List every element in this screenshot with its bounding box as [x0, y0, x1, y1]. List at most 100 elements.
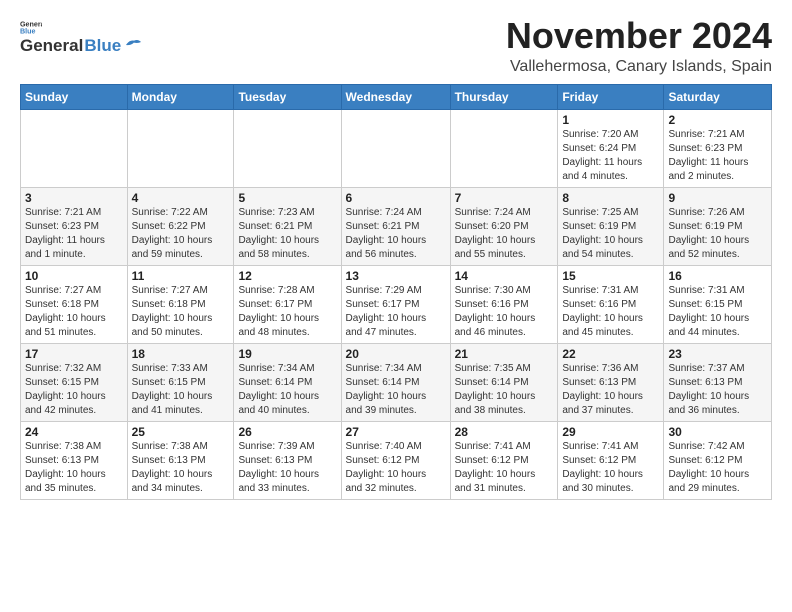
day-number: 25	[132, 425, 230, 439]
calendar-cell: 2Sunrise: 7:21 AMSunset: 6:23 PMDaylight…	[664, 109, 772, 187]
day-info: Sunrise: 7:38 AMSunset: 6:13 PMDaylight:…	[132, 440, 230, 496]
day-number: 11	[132, 269, 230, 283]
day-info: Sunrise: 7:28 AMSunset: 6:17 PMDaylight:…	[238, 284, 336, 340]
month-title: November 2024	[506, 16, 772, 56]
logo-general-text: General	[20, 36, 83, 56]
calendar-cell: 28Sunrise: 7:41 AMSunset: 6:12 PMDayligh…	[450, 421, 558, 499]
day-info: Sunrise: 7:21 AMSunset: 6:23 PMDaylight:…	[668, 128, 767, 184]
calendar-cell: 15Sunrise: 7:31 AMSunset: 6:16 PMDayligh…	[558, 265, 664, 343]
calendar-cell: 19Sunrise: 7:34 AMSunset: 6:14 PMDayligh…	[234, 343, 341, 421]
calendar-cell: 1Sunrise: 7:20 AMSunset: 6:24 PMDaylight…	[558, 109, 664, 187]
day-info: Sunrise: 7:32 AMSunset: 6:15 PMDaylight:…	[25, 362, 123, 418]
day-number: 20	[346, 347, 446, 361]
day-number: 18	[132, 347, 230, 361]
calendar-cell: 9Sunrise: 7:26 AMSunset: 6:19 PMDaylight…	[664, 187, 772, 265]
day-number: 22	[562, 347, 659, 361]
day-number: 30	[668, 425, 767, 439]
calendar-cell: 24Sunrise: 7:38 AMSunset: 6:13 PMDayligh…	[21, 421, 128, 499]
calendar-cell: 14Sunrise: 7:30 AMSunset: 6:16 PMDayligh…	[450, 265, 558, 343]
day-number: 7	[455, 191, 554, 205]
day-info: Sunrise: 7:40 AMSunset: 6:12 PMDaylight:…	[346, 440, 446, 496]
calendar-cell	[21, 109, 128, 187]
day-number: 16	[668, 269, 767, 283]
calendar-header-row: SundayMondayTuesdayWednesdayThursdayFrid…	[21, 84, 772, 109]
day-number: 3	[25, 191, 123, 205]
calendar-week-2: 3Sunrise: 7:21 AMSunset: 6:23 PMDaylight…	[21, 187, 772, 265]
calendar-cell	[234, 109, 341, 187]
calendar-header-saturday: Saturday	[664, 84, 772, 109]
logo-bird-icon	[124, 38, 142, 52]
day-number: 28	[455, 425, 554, 439]
day-info: Sunrise: 7:24 AMSunset: 6:21 PMDaylight:…	[346, 206, 446, 262]
day-number: 21	[455, 347, 554, 361]
calendar-cell: 16Sunrise: 7:31 AMSunset: 6:15 PMDayligh…	[664, 265, 772, 343]
day-info: Sunrise: 7:37 AMSunset: 6:13 PMDaylight:…	[668, 362, 767, 418]
logo-blue-text: Blue	[84, 36, 121, 56]
day-info: Sunrise: 7:22 AMSunset: 6:22 PMDaylight:…	[132, 206, 230, 262]
day-info: Sunrise: 7:33 AMSunset: 6:15 PMDaylight:…	[132, 362, 230, 418]
day-number: 9	[668, 191, 767, 205]
day-number: 10	[25, 269, 123, 283]
calendar-header-monday: Monday	[127, 84, 234, 109]
day-number: 14	[455, 269, 554, 283]
day-number: 26	[238, 425, 336, 439]
calendar-cell: 20Sunrise: 7:34 AMSunset: 6:14 PMDayligh…	[341, 343, 450, 421]
day-info: Sunrise: 7:21 AMSunset: 6:23 PMDaylight:…	[25, 206, 123, 262]
calendar-cell: 21Sunrise: 7:35 AMSunset: 6:14 PMDayligh…	[450, 343, 558, 421]
calendar-table: SundayMondayTuesdayWednesdayThursdayFrid…	[20, 84, 772, 500]
day-info: Sunrise: 7:31 AMSunset: 6:16 PMDaylight:…	[562, 284, 659, 340]
calendar-cell: 27Sunrise: 7:40 AMSunset: 6:12 PMDayligh…	[341, 421, 450, 499]
calendar-cell: 12Sunrise: 7:28 AMSunset: 6:17 PMDayligh…	[234, 265, 341, 343]
day-number: 1	[562, 113, 659, 127]
calendar-week-5: 24Sunrise: 7:38 AMSunset: 6:13 PMDayligh…	[21, 421, 772, 499]
day-info: Sunrise: 7:27 AMSunset: 6:18 PMDaylight:…	[132, 284, 230, 340]
day-number: 12	[238, 269, 336, 283]
day-number: 13	[346, 269, 446, 283]
calendar-cell: 29Sunrise: 7:41 AMSunset: 6:12 PMDayligh…	[558, 421, 664, 499]
day-info: Sunrise: 7:39 AMSunset: 6:13 PMDaylight:…	[238, 440, 336, 496]
logo: General Blue General Blue	[20, 16, 142, 56]
calendar-header-sunday: Sunday	[21, 84, 128, 109]
day-number: 17	[25, 347, 123, 361]
calendar-cell: 30Sunrise: 7:42 AMSunset: 6:12 PMDayligh…	[664, 421, 772, 499]
day-number: 29	[562, 425, 659, 439]
calendar-cell: 3Sunrise: 7:21 AMSunset: 6:23 PMDaylight…	[21, 187, 128, 265]
header: General Blue General Blue November 2024 …	[20, 16, 772, 76]
calendar-cell: 5Sunrise: 7:23 AMSunset: 6:21 PMDaylight…	[234, 187, 341, 265]
day-number: 4	[132, 191, 230, 205]
calendar-cell	[341, 109, 450, 187]
logo-icon: General Blue	[20, 16, 42, 38]
day-info: Sunrise: 7:29 AMSunset: 6:17 PMDaylight:…	[346, 284, 446, 340]
calendar-cell: 10Sunrise: 7:27 AMSunset: 6:18 PMDayligh…	[21, 265, 128, 343]
calendar-cell: 13Sunrise: 7:29 AMSunset: 6:17 PMDayligh…	[341, 265, 450, 343]
day-info: Sunrise: 7:25 AMSunset: 6:19 PMDaylight:…	[562, 206, 659, 262]
day-number: 6	[346, 191, 446, 205]
calendar-cell: 25Sunrise: 7:38 AMSunset: 6:13 PMDayligh…	[127, 421, 234, 499]
calendar-cell	[450, 109, 558, 187]
calendar-cell: 17Sunrise: 7:32 AMSunset: 6:15 PMDayligh…	[21, 343, 128, 421]
calendar-cell: 11Sunrise: 7:27 AMSunset: 6:18 PMDayligh…	[127, 265, 234, 343]
day-info: Sunrise: 7:34 AMSunset: 6:14 PMDaylight:…	[346, 362, 446, 418]
calendar-cell: 18Sunrise: 7:33 AMSunset: 6:15 PMDayligh…	[127, 343, 234, 421]
day-number: 27	[346, 425, 446, 439]
day-info: Sunrise: 7:42 AMSunset: 6:12 PMDaylight:…	[668, 440, 767, 496]
day-number: 8	[562, 191, 659, 205]
day-number: 15	[562, 269, 659, 283]
calendar-header-tuesday: Tuesday	[234, 84, 341, 109]
day-info: Sunrise: 7:34 AMSunset: 6:14 PMDaylight:…	[238, 362, 336, 418]
calendar-cell: 6Sunrise: 7:24 AMSunset: 6:21 PMDaylight…	[341, 187, 450, 265]
day-info: Sunrise: 7:23 AMSunset: 6:21 PMDaylight:…	[238, 206, 336, 262]
day-number: 2	[668, 113, 767, 127]
day-info: Sunrise: 7:20 AMSunset: 6:24 PMDaylight:…	[562, 128, 659, 184]
calendar-cell: 8Sunrise: 7:25 AMSunset: 6:19 PMDaylight…	[558, 187, 664, 265]
day-info: Sunrise: 7:35 AMSunset: 6:14 PMDaylight:…	[455, 362, 554, 418]
day-info: Sunrise: 7:41 AMSunset: 6:12 PMDaylight:…	[455, 440, 554, 496]
day-info: Sunrise: 7:36 AMSunset: 6:13 PMDaylight:…	[562, 362, 659, 418]
location: Vallehermosa, Canary Islands, Spain	[506, 58, 772, 76]
day-info: Sunrise: 7:30 AMSunset: 6:16 PMDaylight:…	[455, 284, 554, 340]
day-info: Sunrise: 7:27 AMSunset: 6:18 PMDaylight:…	[25, 284, 123, 340]
calendar-cell: 7Sunrise: 7:24 AMSunset: 6:20 PMDaylight…	[450, 187, 558, 265]
day-number: 19	[238, 347, 336, 361]
day-info: Sunrise: 7:24 AMSunset: 6:20 PMDaylight:…	[455, 206, 554, 262]
page: General Blue General Blue November 2024 …	[0, 0, 792, 510]
